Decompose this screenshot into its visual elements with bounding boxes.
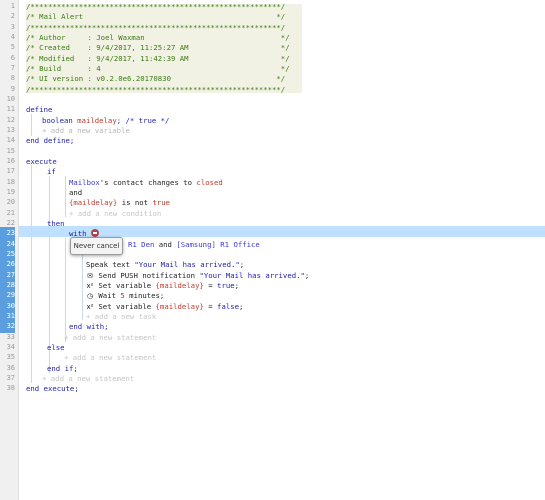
code-editor: 1 2 3 4 5 6 7 8 9 10 11 12 13 14 15 16 1… — [0, 0, 545, 500]
then-keyword[interactable]: then — [47, 217, 65, 230]
task-label: Wait — [98, 291, 121, 300]
task-string: "Your Mail has arrived." — [134, 260, 240, 269]
task-suffix: minutes; — [124, 291, 165, 300]
line-number: 38 — [6, 384, 15, 392]
task-operator: = — [203, 302, 218, 311]
task-label: Speak text — [86, 260, 135, 269]
task-suffix: ; — [234, 281, 240, 290]
with-devices[interactable]: R1 Den and [Samsung] R1 Office — [128, 238, 260, 251]
task-value: true — [217, 281, 235, 290]
task-variable: {maildelay} — [155, 302, 204, 311]
header-comment-line: /***************************************… — [26, 85, 286, 94]
add-statement-link[interactable]: + add a new statement — [64, 331, 156, 344]
task-value: false — [217, 302, 240, 311]
condition-1[interactable]: Mailbox's contact changes to closed — [69, 176, 223, 189]
if-keyword[interactable]: if — [47, 165, 56, 178]
condition-variable: {maildelay} — [69, 198, 118, 207]
condition-text: is not — [117, 198, 153, 207]
never-cancel-tooltip: Never cancel — [70, 237, 123, 255]
condition-value: closed — [196, 178, 223, 187]
condition-value: true — [152, 198, 171, 207]
task-suffix: ; — [239, 302, 244, 311]
end-execute-keyword[interactable]: end execute; — [26, 382, 79, 395]
end-define-keyword[interactable]: end define; — [26, 134, 74, 147]
task-suffix: ; — [304, 271, 310, 280]
condition-text: 's contact changes to — [99, 178, 197, 187]
task-operator: = — [203, 281, 218, 290]
line-number-gutter: 1 2 3 4 5 6 7 8 9 10 11 12 13 14 15 16 1… — [0, 0, 19, 500]
add-statement-link[interactable]: + add a new statement — [64, 351, 156, 364]
device-separator: and — [154, 240, 177, 249]
device-name: [Samsung] R1 Office — [176, 240, 260, 249]
task-suffix: ; — [239, 260, 245, 269]
device-name: R1 Den — [128, 240, 155, 249]
else-keyword[interactable]: else — [47, 341, 65, 354]
cancel-icon[interactable] — [90, 229, 99, 237]
add-condition-link[interactable]: + add a new condition — [69, 207, 161, 220]
